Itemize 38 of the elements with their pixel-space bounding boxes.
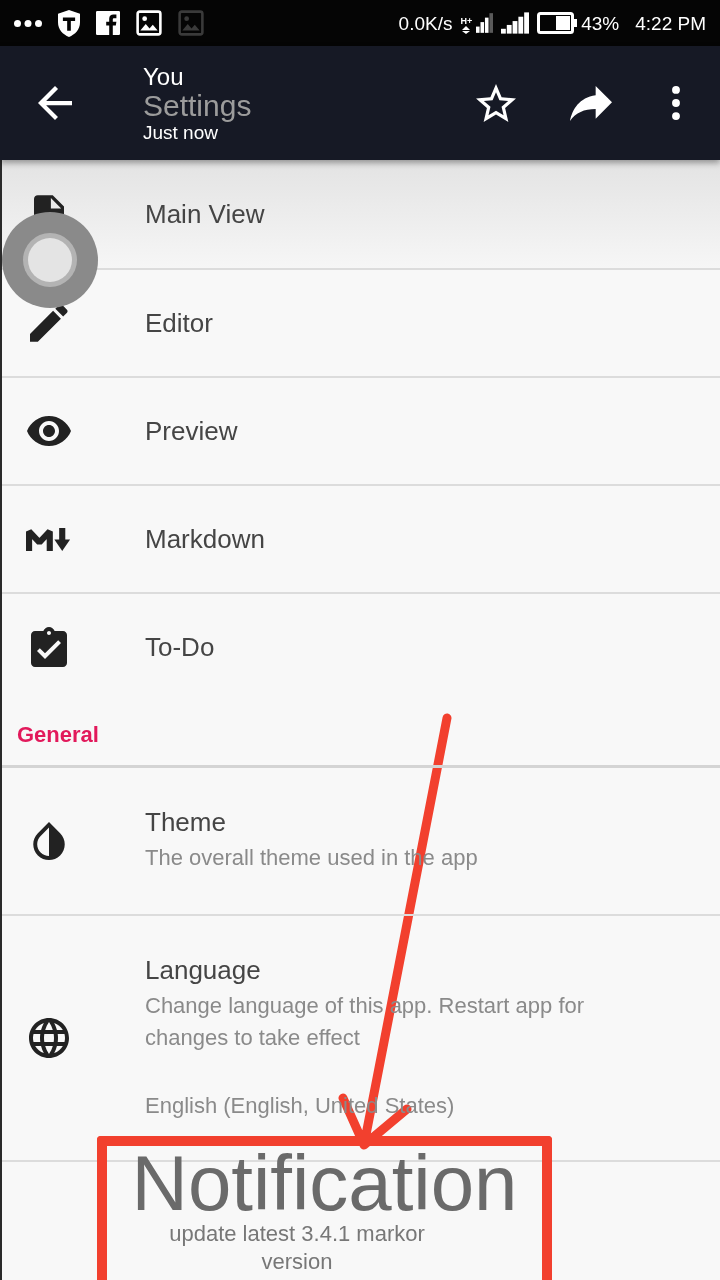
item-title: Language [145, 956, 262, 984]
share-arrow-icon[interactable] [570, 85, 612, 121]
settings-item[interactable]: To-Do [2, 592, 720, 700]
item-title: Markdown [145, 525, 265, 553]
globe-icon [29, 1018, 69, 1058]
item-title: To-Do [145, 633, 215, 661]
pencil-icon [30, 304, 68, 342]
settings-item[interactable]: Preview [2, 376, 720, 484]
battery-icon [537, 12, 578, 34]
item-title: Theme [145, 808, 227, 836]
back-arrow-icon[interactable] [38, 86, 72, 120]
annotation-caption: update latest 3.4.1 markor version [168, 1220, 426, 1276]
settings-item[interactable]: Markdown [2, 484, 720, 592]
settings-item[interactable]: Editor [2, 268, 720, 376]
data-arrows-icon [462, 26, 471, 34]
image-icon [178, 10, 204, 36]
image-icon [136, 10, 162, 36]
overlay-time-text: Just now [143, 121, 218, 143]
clipboard-check-icon [31, 627, 67, 667]
star-outline-icon[interactable] [476, 84, 516, 122]
overlay-author-text: You [143, 63, 185, 90]
signal-icon [501, 12, 530, 34]
dots-icon [14, 19, 42, 27]
eye-icon [27, 416, 71, 446]
item-title: Main View [145, 200, 265, 228]
network-type-text: H+ [460, 17, 473, 26]
contrast-drop-icon [33, 822, 65, 860]
markdown-icon [26, 527, 72, 551]
window-title: Settings [143, 89, 252, 122]
network-speed-text: 0.0K/s [398, 13, 453, 33]
section-header: General [17, 720, 99, 749]
item-title: Editor [145, 309, 213, 337]
clock-text: 4:22 PM [635, 13, 706, 33]
signal-icon [476, 12, 494, 34]
more-menu-icon[interactable] [671, 86, 681, 120]
shield-icon [58, 9, 80, 37]
battery-percent-text: 43% [581, 13, 620, 33]
item-title: Preview [145, 417, 238, 445]
